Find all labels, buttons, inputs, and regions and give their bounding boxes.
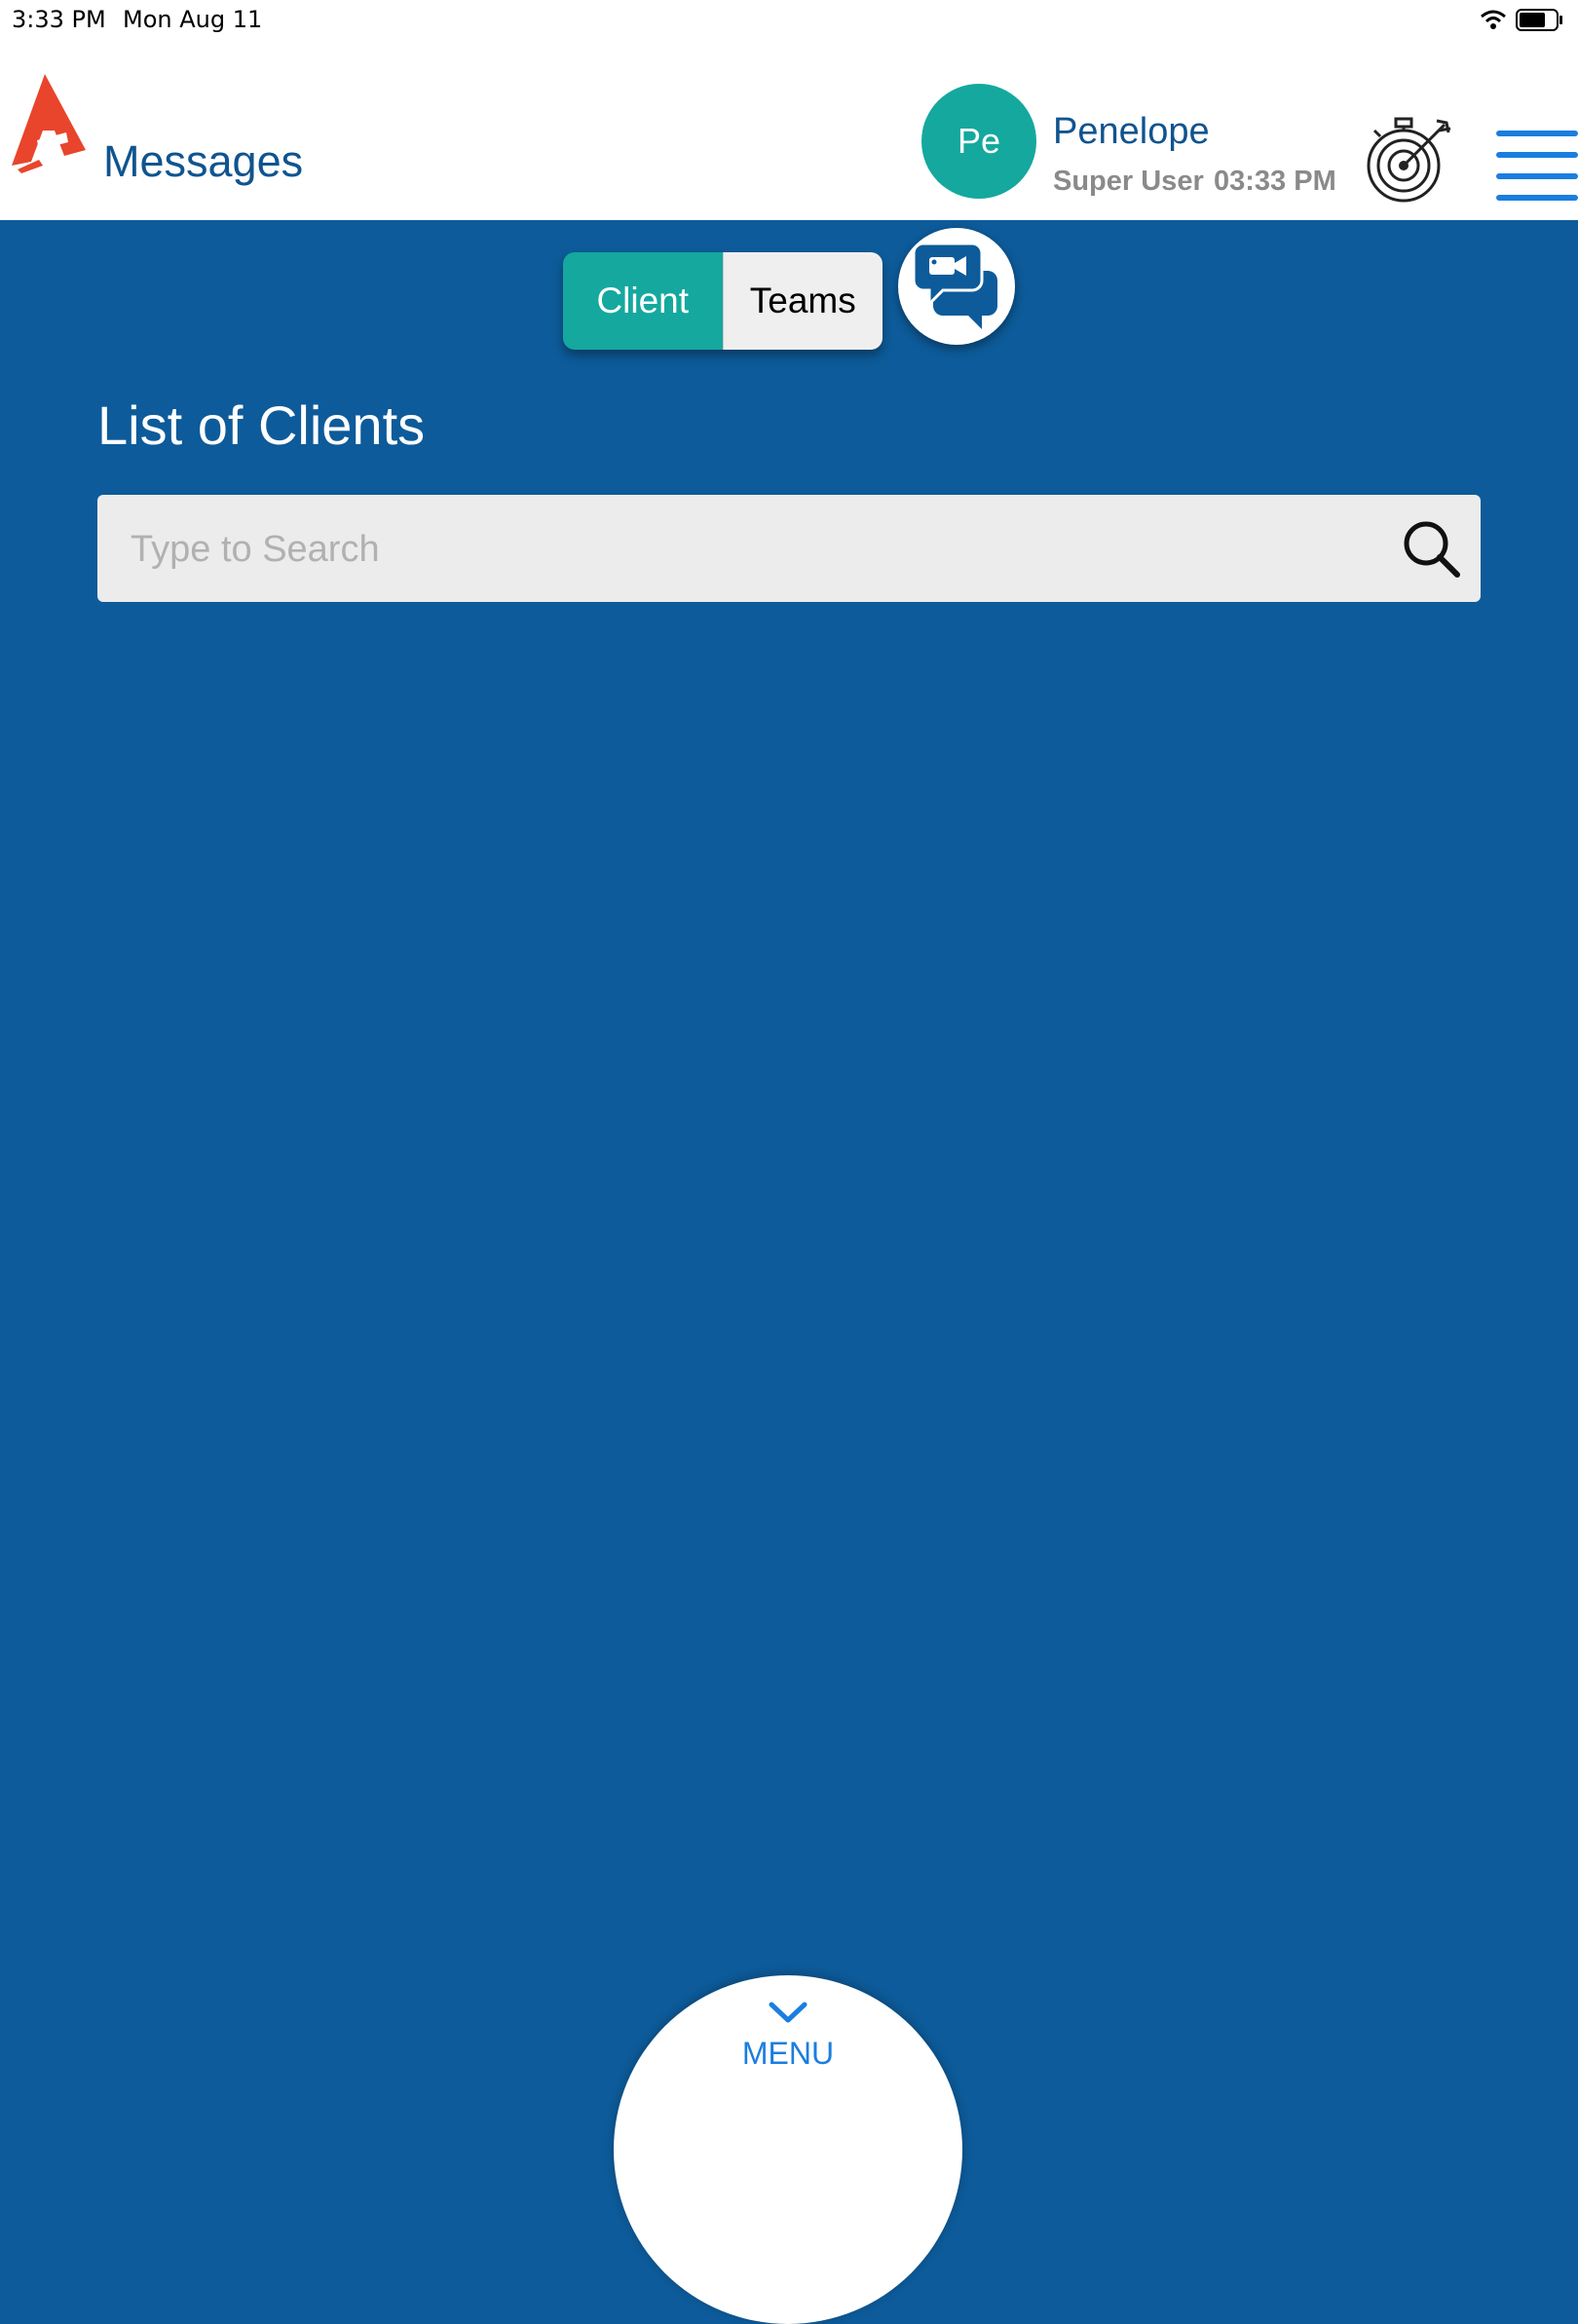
user-role: Super User (1053, 166, 1204, 197)
status-date: Mon Aug 11 (123, 6, 263, 33)
user-time: 03:33 PM (1214, 166, 1336, 197)
page-title: Messages (103, 136, 304, 186)
avatar[interactable]: Pe (921, 84, 1036, 199)
tab-client[interactable]: Client (563, 252, 723, 350)
menu-label: MENU (741, 2036, 835, 2071)
search-icon[interactable] (1401, 518, 1463, 581)
client-teams-toggle: Client Teams (563, 252, 883, 350)
bottom-menu-button[interactable]: MENU (614, 1975, 962, 2324)
tab-teams[interactable]: Teams (722, 252, 883, 350)
battery-icon (1516, 9, 1562, 31)
app-header: Messages (0, 39, 1578, 220)
user-name: Penelope (1053, 111, 1210, 152)
wifi-icon (1481, 10, 1506, 29)
status-bar: 3:33 PM Mon Aug 11 (0, 0, 1578, 39)
list-heading: List of Clients (97, 394, 426, 456)
chevron-down-icon (769, 2002, 808, 2023)
search-input[interactable] (129, 495, 1399, 604)
search-bar (97, 495, 1481, 604)
status-time: 3:33 PM (12, 6, 106, 33)
hamburger-menu-icon[interactable] (1496, 129, 1578, 203)
app-logo-icon[interactable] (10, 72, 88, 173)
video-chat-icon (914, 242, 997, 329)
video-chat-button[interactable] (898, 228, 1015, 345)
target-timer-icon[interactable] (1367, 115, 1456, 205)
